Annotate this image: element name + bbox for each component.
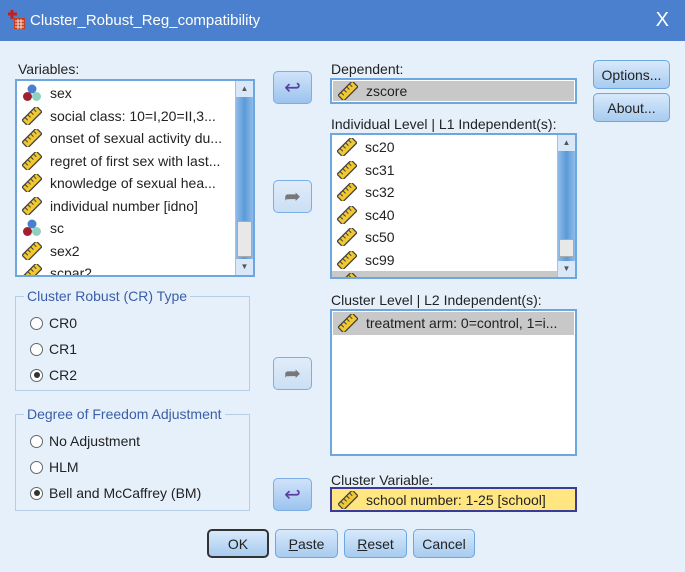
move-to-dependent-button[interactable]: ↩ — [273, 71, 312, 104]
l1-item[interactable]: sc31 — [332, 159, 575, 182]
scale-variable-icon — [22, 106, 42, 125]
l2-item[interactable]: treatment arm: 0=control, 1=i... — [333, 312, 574, 335]
radio-circle-icon — [30, 368, 43, 382]
variable-item[interactable]: sex2 — [17, 240, 253, 263]
title-bar: Cluster_Robust_Reg_compatibility X — [0, 0, 685, 41]
radio-circle-icon — [30, 316, 43, 330]
nominal-variable-icon — [23, 219, 41, 237]
cr-type-group: Cluster Robust (CR) Type CR0 CR1 CR2 — [15, 288, 250, 391]
scale-variable-icon — [337, 183, 357, 202]
variable-item[interactable]: social class: 10=I,20=II,3... — [17, 105, 253, 128]
l2-label: Cluster Level | L2 Independent(s): — [331, 292, 542, 308]
move-to-l1-button[interactable]: ➦ — [273, 180, 312, 213]
scale-variable-icon — [337, 160, 357, 179]
l1-item[interactable]: sc99 — [332, 249, 575, 272]
l1-label: Individual Level | L1 Independent(s): — [331, 116, 557, 132]
scale-variable-icon — [22, 174, 42, 193]
l2-list[interactable]: treatment arm: 0=control, 1=i... — [330, 309, 577, 456]
about-button[interactable]: About... — [593, 93, 670, 122]
l1-item[interactable]: sc50 — [332, 226, 575, 249]
cr-radio-0[interactable]: CR0 — [30, 315, 77, 331]
scale-variable-icon — [22, 151, 42, 170]
l1-item[interactable]: sc20 — [332, 136, 575, 159]
variable-item[interactable]: scpar2 — [17, 262, 253, 275]
cr-type-title: Cluster Robust (CR) Type — [24, 288, 191, 304]
cancel-button[interactable]: Cancel — [413, 529, 475, 558]
move-to-cluster-button[interactable]: ↩ — [273, 478, 312, 511]
variables-list[interactable]: sex social class: 10=I,20=II,3... onset of… — [15, 79, 255, 277]
cr-radio-1[interactable]: CR1 — [30, 341, 77, 357]
df-adjustment-title: Degree of Freedom Adjustment — [24, 406, 225, 422]
scale-variable-icon — [22, 264, 42, 275]
arrow-right-icon: ➦ — [284, 186, 301, 208]
cluster-variable-item[interactable]: school number: 1-25 [school] — [333, 490, 574, 509]
df-radio-0[interactable]: No Adjustment — [30, 433, 140, 449]
scale-variable-icon — [338, 82, 358, 100]
arrow-left-icon: ↩ — [284, 484, 301, 506]
app-icon — [8, 10, 25, 29]
df-adjustment-group: Degree of Freedom Adjustment No Adjustme… — [15, 406, 250, 511]
options-button[interactable]: Options... — [593, 60, 670, 89]
radio-circle-icon — [30, 342, 43, 356]
arrow-left-icon: ↩ — [284, 77, 301, 99]
move-to-l2-button[interactable]: ➦ — [273, 357, 312, 390]
ok-button[interactable]: OK — [207, 529, 269, 558]
variables-label: Variables: — [18, 61, 80, 77]
paste-button[interactable]: Paste — [275, 529, 338, 558]
cr-radio-2[interactable]: CR2 — [30, 367, 77, 383]
nominal-variable-icon — [23, 84, 41, 102]
df-radio-1[interactable]: HLM — [30, 459, 79, 475]
close-button[interactable]: X — [656, 9, 669, 32]
l1-item[interactable]: sc32 — [332, 181, 575, 204]
df-radio-2[interactable]: Bell and McCaffrey (BM) — [30, 485, 201, 501]
dependent-field[interactable]: zscore — [330, 78, 577, 104]
dependent-label: Dependent: — [331, 61, 404, 77]
variable-item[interactable]: individual number [idno] — [17, 195, 253, 218]
cluster-variable-label: Cluster Variable: — [331, 472, 434, 488]
scale-variable-icon — [337, 205, 357, 224]
reset-button[interactable]: Reset — [344, 529, 407, 558]
radio-circle-icon — [30, 486, 43, 500]
scale-variable-icon — [337, 250, 357, 269]
window-title: Cluster_Robust_Reg_compatibility — [30, 12, 261, 29]
dependent-item[interactable]: zscore — [333, 81, 574, 101]
l1-item[interactable]: female — [332, 271, 575, 277]
variable-item[interactable]: sc — [17, 217, 253, 240]
radio-circle-icon — [30, 434, 43, 448]
variable-item[interactable]: sex — [17, 82, 253, 105]
variable-item[interactable]: knowledge of sexual hea... — [17, 172, 253, 195]
variable-item[interactable]: regret of first sex with last... — [17, 150, 253, 173]
scale-variable-icon — [337, 228, 357, 247]
scale-variable-icon — [338, 314, 358, 333]
scale-variable-icon — [22, 196, 42, 215]
scale-variable-icon — [338, 490, 358, 509]
arrow-right-icon: ➦ — [284, 363, 301, 385]
scale-variable-icon — [337, 273, 357, 277]
scale-variable-icon — [22, 241, 42, 260]
l1-scrollbar[interactable]: ▲ ▼ — [557, 135, 575, 277]
variable-item[interactable]: onset of sexual activity du... — [17, 127, 253, 150]
l1-list[interactable]: sc20sc31sc32sc40sc50sc99female ▲▼ — [330, 133, 577, 279]
l1-item[interactable]: sc40 — [332, 204, 575, 227]
cluster-variable-field[interactable]: school number: 1-25 [school] — [330, 487, 577, 512]
variables-scrollbar[interactable]: ▲ ▼ — [235, 81, 253, 275]
radio-circle-icon — [30, 460, 43, 474]
scale-variable-icon — [22, 129, 42, 148]
scale-variable-icon — [337, 138, 357, 157]
